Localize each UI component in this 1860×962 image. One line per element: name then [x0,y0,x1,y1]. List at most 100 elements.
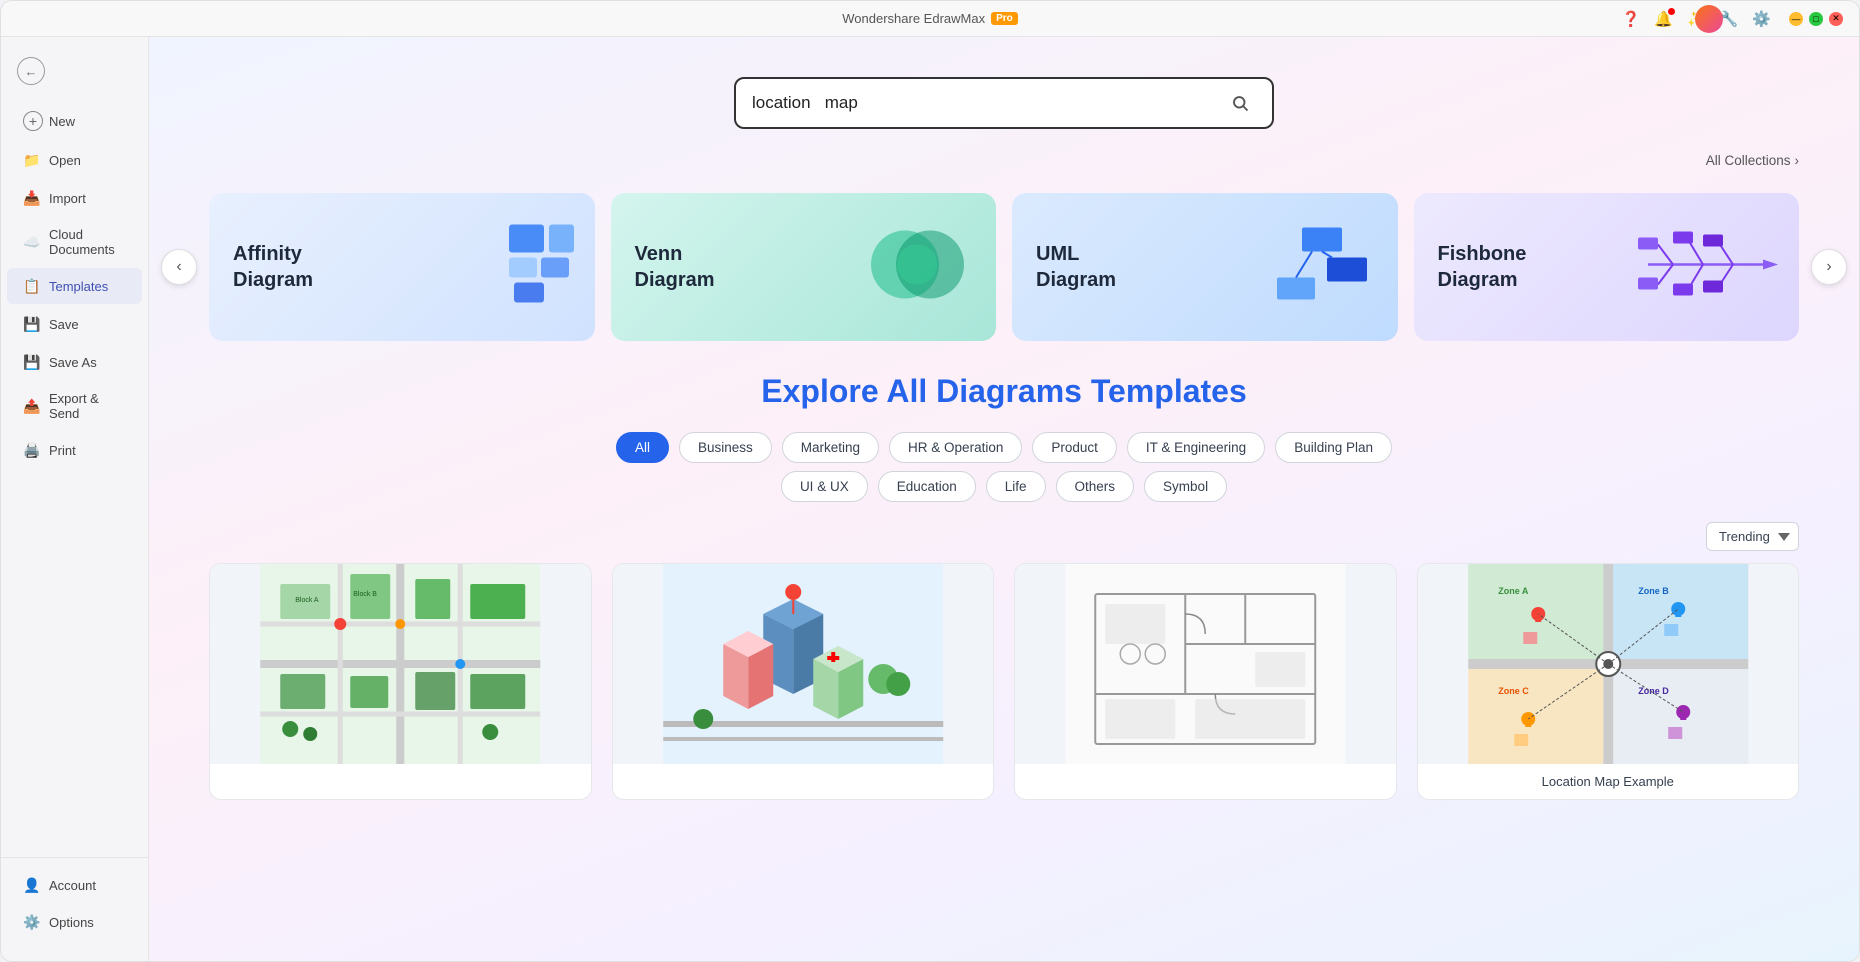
svg-text:Zone C: Zone C [1498,686,1529,696]
sidebar-item-export[interactable]: 📤 Export & Send [7,382,142,430]
filter-marketing[interactable]: Marketing [782,432,879,463]
sidebar-item-account[interactable]: 👤 Account [7,867,142,903]
template-image-2 [613,564,994,764]
back-arrow-icon: ← [17,57,45,85]
content-area: All Collections › ‹ AffinityDiagram [149,37,1859,961]
filter-education[interactable]: Education [878,471,976,502]
sidebar-item-options[interactable]: ⚙️ Options [7,904,142,940]
uml-label: UMLDiagram [1036,241,1116,293]
plus-icon: + [23,111,43,131]
sort-select[interactable]: Trending Newest Popular [1706,522,1799,551]
carousel-track: AffinityDiagram [209,193,1799,341]
sidebar-item-templates[interactable]: 📋 Templates [7,268,142,304]
template-label-1 [210,764,591,784]
filter-symbol[interactable]: Symbol [1144,471,1227,502]
close-button[interactable]: ✕ [1829,12,1843,26]
fishbone-image [1633,220,1783,315]
feature-card-uml[interactable]: UMLDiagram [1012,193,1398,341]
svg-text:Block B: Block B [353,591,377,598]
carousel-prev-button[interactable]: ‹ [161,249,197,285]
venn-label: VennDiagram [635,241,715,293]
svg-text:Zone B: Zone B [1638,586,1669,596]
title-bar-title: Wondershare EdrawMax Pro [842,11,1018,26]
sidebar: ← + New 📁 Open 📥 Import ☁️ Cloud Documen… [1,37,149,961]
search-box [734,77,1274,129]
filter-row-1: All Business Marketing HR & Operation Pr… [209,432,1799,463]
filter-it[interactable]: IT & Engineering [1127,432,1265,463]
template-card-2[interactable] [612,563,995,800]
affinity-image [449,220,579,315]
minimize-button[interactable]: — [1789,12,1803,26]
feature-card-fishbone[interactable]: FishboneDiagram [1414,193,1800,341]
template-label-2 [613,764,994,784]
template-grid: Block A Block B [149,563,1859,840]
filter-business[interactable]: Business [679,432,772,463]
template-label-3 [1015,764,1396,784]
settings-icon[interactable]: ⚙️ [1752,10,1771,28]
filter-all[interactable]: All [616,432,669,463]
title-bar: Wondershare EdrawMax Pro ❓ 🔔 ✨ 🔧 ⚙️ — □ … [1,1,1859,37]
sidebar-item-cloud[interactable]: ☁️ Cloud Documents [7,218,142,266]
filter-others[interactable]: Others [1056,471,1135,502]
collections-row: All Collections › [149,153,1859,177]
template-label-4: Location Map Example [1418,764,1799,799]
filter-uiux[interactable]: UI & UX [781,471,868,502]
templates-icon: 📋 [23,277,41,295]
carousel-section: ‹ AffinityDiagram [149,193,1859,341]
maximize-button[interactable]: □ [1809,12,1823,26]
sidebar-item-open[interactable]: 📁 Open [7,142,142,178]
fishbone-label: FishboneDiagram [1438,241,1527,293]
options-icon: ⚙️ [23,913,41,931]
back-button[interactable]: ← [1,49,148,93]
feature-card-venn[interactable]: VennDiagram [611,193,997,341]
pro-badge: Pro [991,12,1018,25]
carousel-next-button[interactable]: › [1811,249,1847,285]
sidebar-item-save[interactable]: 💾 Save [7,306,142,342]
search-input[interactable] [752,93,1216,113]
app-title: Wondershare EdrawMax [842,11,985,26]
sidebar-item-import[interactable]: 📥 Import [7,180,142,216]
explore-section: Explore All Diagrams Templates All Busin… [149,373,1859,502]
sidebar-item-print[interactable]: 🖨️ Print [7,432,142,468]
template-image-4: Zone A Zone B Zone C Zone D [1418,564,1799,764]
svg-text:Zone A: Zone A [1498,586,1529,596]
avatar [1695,5,1723,33]
filter-life[interactable]: Life [986,471,1046,502]
template-image-1: Block A Block B [210,564,591,764]
main-layout: ← + New 📁 Open 📥 Import ☁️ Cloud Documen… [1,37,1859,961]
all-collections-link[interactable]: All Collections › [1706,153,1799,168]
saveas-icon: 💾 [23,353,41,371]
search-container [149,37,1859,153]
sidebar-item-saveas[interactable]: 💾 Save As [7,344,142,380]
import-icon: 📥 [23,189,41,207]
svg-text:Block A: Block A [295,597,319,604]
filter-building[interactable]: Building Plan [1275,432,1392,463]
chevron-right-icon: › [1795,153,1800,168]
app-window: Wondershare EdrawMax Pro ❓ 🔔 ✨ 🔧 ⚙️ — □ … [0,0,1860,962]
venn-image [850,220,980,315]
template-card-3[interactable] [1014,563,1397,800]
sidebar-item-new[interactable]: + New [7,102,142,140]
filter-hr[interactable]: HR & Operation [889,432,1022,463]
open-icon: 📁 [23,151,41,169]
export-icon: 📤 [23,397,41,415]
uml-image [1252,220,1382,315]
template-image-3 [1015,564,1396,764]
filter-product[interactable]: Product [1032,432,1117,463]
notification-icon[interactable]: 🔔 [1654,10,1673,28]
filter-row-2: UI & UX Education Life Others Symbol [209,471,1799,502]
account-icon: 👤 [23,876,41,894]
search-button[interactable] [1224,87,1256,119]
explore-title: Explore All Diagrams Templates [209,373,1799,410]
sidebar-bottom: 👤 Account ⚙️ Options [1,857,148,949]
svg-text:Zone D: Zone D [1638,686,1669,696]
affinity-label: AffinityDiagram [233,241,313,293]
template-card-1[interactable]: Block A Block B [209,563,592,800]
sort-row: Trending Newest Popular [149,510,1859,563]
save-icon: 💾 [23,315,41,333]
cloud-icon: ☁️ [23,233,41,251]
feature-card-affinity[interactable]: AffinityDiagram [209,193,595,341]
help-icon[interactable]: ❓ [1622,10,1641,28]
print-icon: 🖨️ [23,441,41,459]
template-card-4[interactable]: Zone A Zone B Zone C Zone D [1417,563,1800,800]
